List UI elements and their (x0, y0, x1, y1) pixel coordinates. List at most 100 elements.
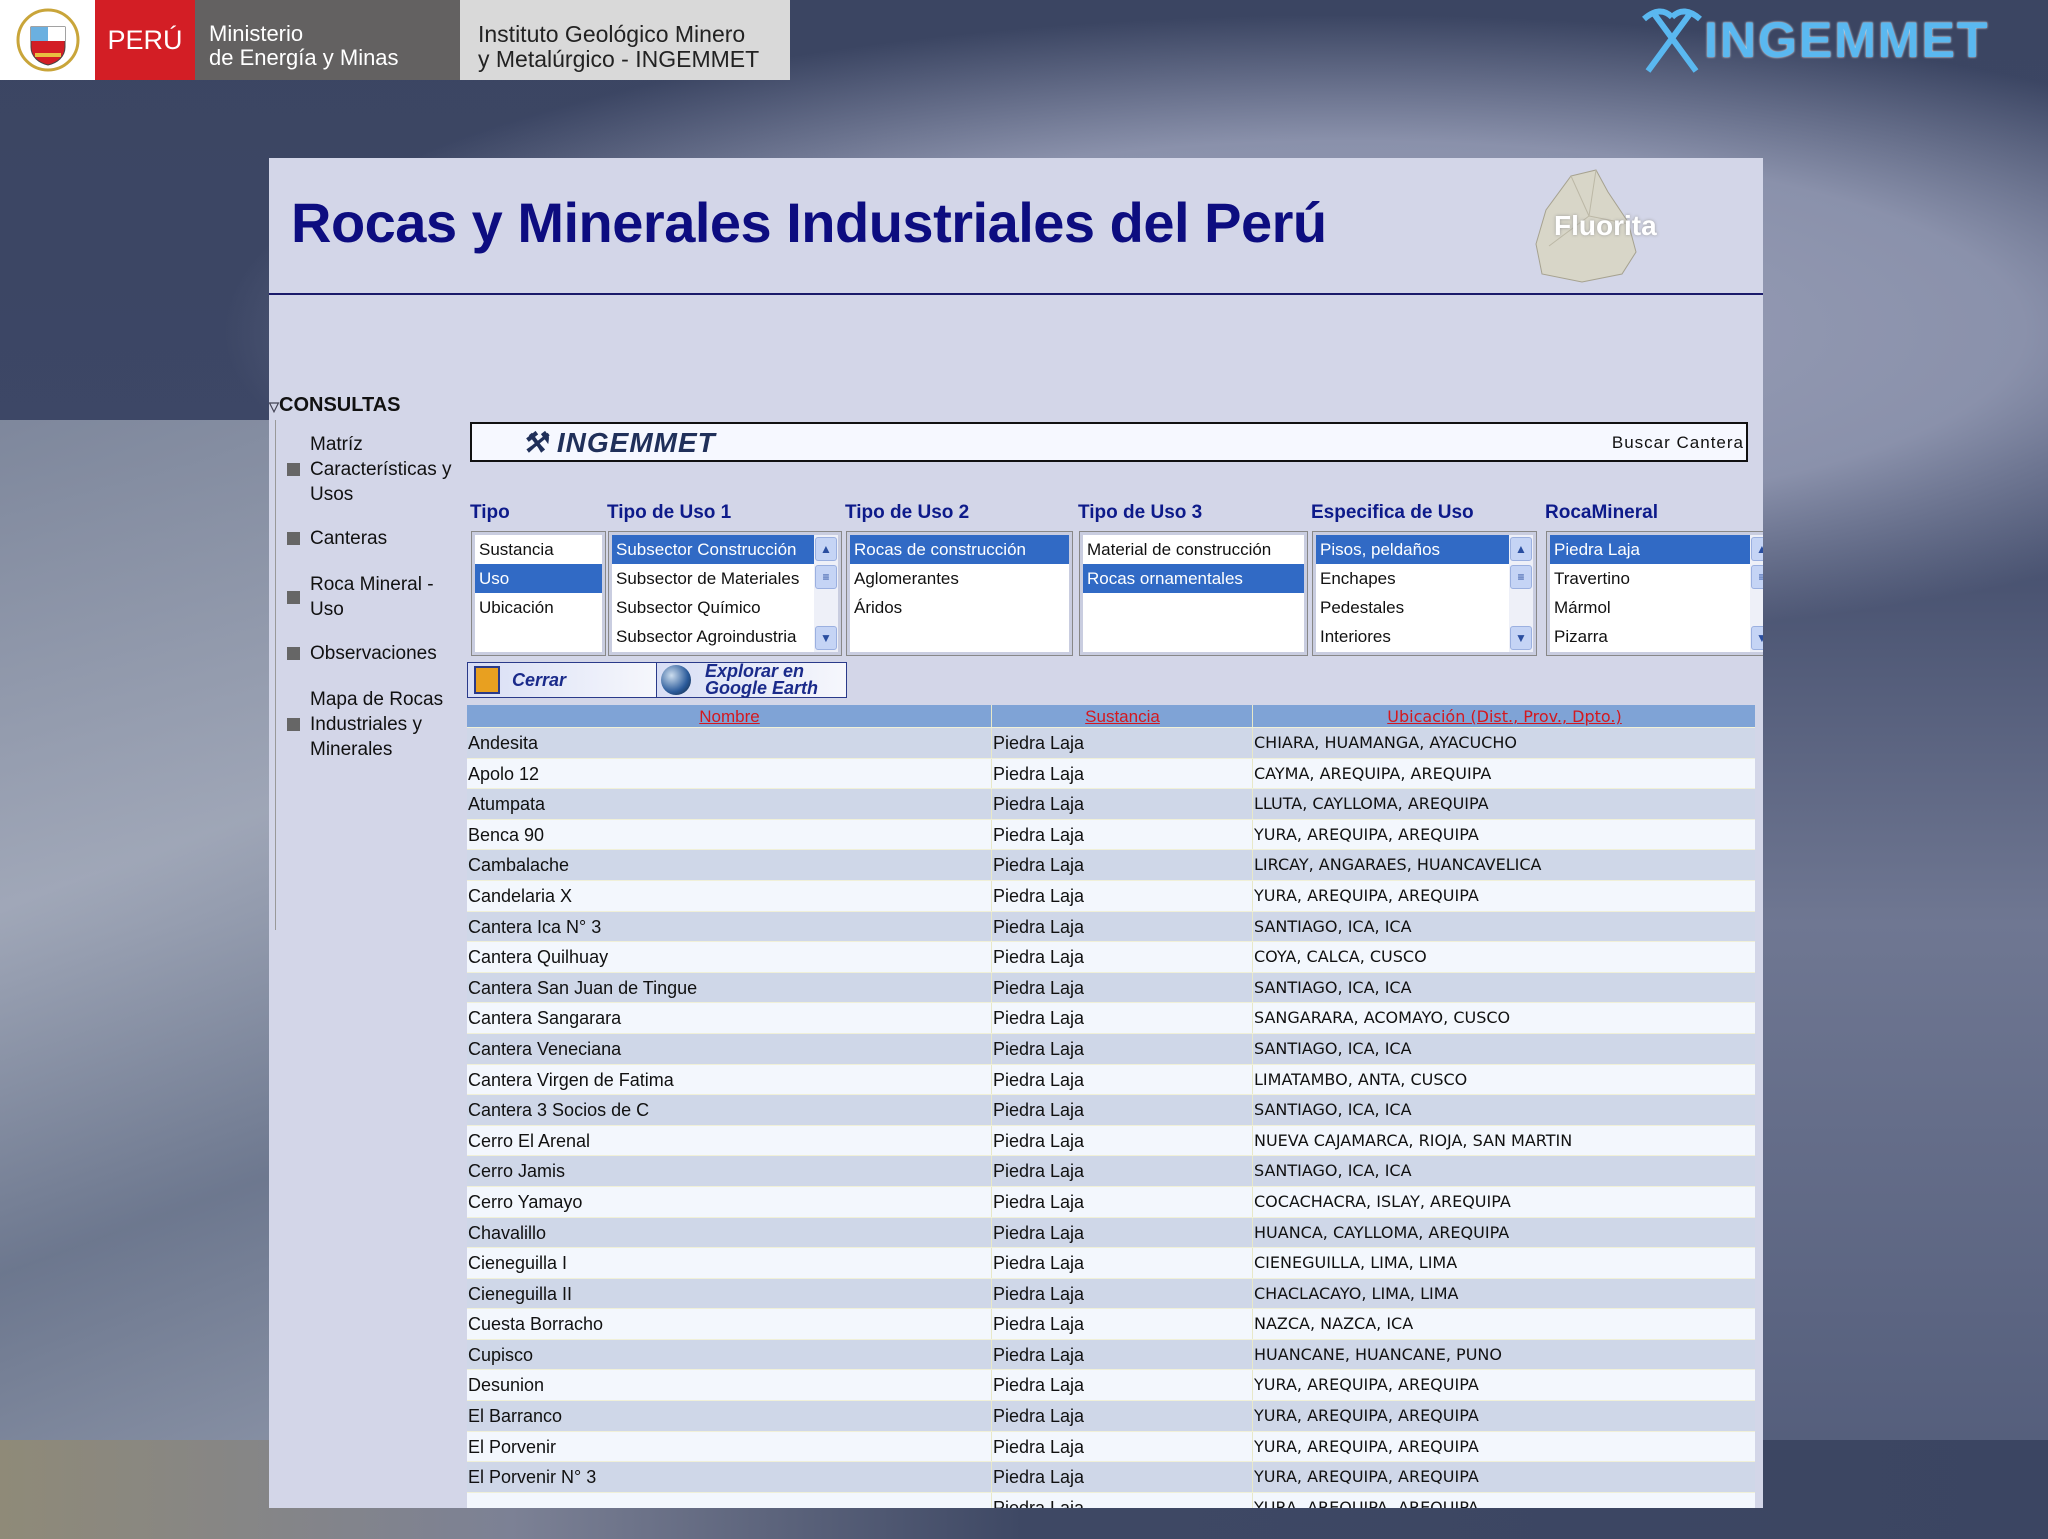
table-row[interactable]: Chavalillo Piedra Laja HUANCA, CAYLLOMA, A… (467, 1217, 1755, 1249)
cell-ubicacion: LIMATAMBO, ANTA, CUSCO (1252, 1064, 1755, 1095)
node-icon (287, 463, 300, 476)
map-background (0, 420, 280, 1539)
cell-sustancia: Piedra Laja (991, 789, 1252, 819)
table-row[interactable]: Candelaria X Piedra Laja YURA, AREQUIPA, A… (467, 880, 1755, 912)
cell-sustancia: Piedra Laja (991, 1492, 1252, 1508)
label-especifica-uso: Especifica de Uso (1311, 502, 1474, 523)
table-row[interactable]: Cieneguilla II Piedra Laja CHACLACAYO, LIM… (467, 1278, 1755, 1310)
cell-sustancia: Piedra Laja (991, 1431, 1252, 1462)
cell-ubicacion: SANTIAGO, ICA, ICA (1252, 1156, 1755, 1186)
google-earth-button[interactable]: Explorar en Google Earth (656, 662, 846, 697)
list-option[interactable]: Rocas de construcción (850, 535, 1069, 564)
scroll-thumb[interactable]: ≡ (1751, 565, 1763, 589)
table-row[interactable]: Benca 90 Piedra Laja YURA, AREQUIPA, AREQU… (467, 819, 1755, 851)
table-row[interactable]: Cambalache Piedra Laja LIRCAY, ANGARAES, H… (467, 850, 1755, 881)
consultas-heading[interactable]: ▽CONSULTAS (269, 394, 400, 417)
list-option[interactable]: Subsector Agroindustria (612, 622, 814, 651)
list-option[interactable]: Enchapes (1316, 564, 1509, 593)
scroll-up-icon[interactable]: ▲ (815, 537, 837, 561)
sidebar-item-observaciones[interactable]: Observaciones (287, 641, 437, 666)
listbox-tipo-uso-3[interactable]: Material de construcción Rocas ornamental… (1079, 531, 1308, 656)
sort-ubicacion[interactable]: Ubicación (Dist., Prov., Dpto.) (1252, 705, 1755, 727)
table-row[interactable]: Cerro Jamis Piedra Laja SANTIAGO, ICA, ICA (467, 1156, 1755, 1187)
cell-nombre: Benca 90 (468, 824, 545, 845)
cell-ubicacion: HUANCA, CAYLLOMA, AREQUIPA (1252, 1217, 1755, 1248)
sidebar-item-roca-mineral-uso[interactable]: Roca Mineral - Uso (287, 572, 447, 622)
scroll-down-icon[interactable]: ▼ (1510, 626, 1532, 650)
table-row[interactable]: Cieneguilla I Piedra Laja CIENEGUILLA, LIM… (467, 1248, 1755, 1279)
list-option[interactable]: Uso (475, 564, 602, 593)
list-option[interactable]: Subsector Químico (612, 593, 814, 622)
buscar-cantera-link[interactable]: Buscar Cantera (1612, 433, 1744, 453)
table-row[interactable]: Atumpata Piedra Laja LLUTA, CAYLLOMA, AREQ… (467, 789, 1755, 820)
list-option[interactable]: Piedra Laja (1550, 535, 1750, 564)
table-row[interactable]: Desunion Piedra Laja YURA, AREQUIPA, AREQU… (467, 1370, 1755, 1402)
cell-ubicacion: HUANCANE, HUANCANE, PUNO (1252, 1339, 1755, 1370)
table-row[interactable]: Cerro El Arenal Piedra Laja NUEVA CAJAMARC… (467, 1125, 1755, 1157)
list-option[interactable]: Pisos, peldaños (1316, 535, 1509, 564)
table-row[interactable]: El Barranco Piedra Laja YURA, AREQUIPA, AR… (467, 1401, 1755, 1432)
cell-nombre: Andesita (468, 733, 539, 753)
node-icon (287, 590, 300, 604)
sidebar-item-matriz[interactable]: Matríz Características y Usos (287, 432, 457, 507)
scroll-down-icon[interactable]: ▼ (815, 626, 837, 650)
list-option[interactable]: Mármol (1550, 593, 1750, 622)
sidebar-item-canteras[interactable]: Canteras (287, 526, 387, 551)
cell-nombre: Chavalillo (468, 1222, 547, 1243)
table-row[interactable]: Andesita Piedra Laja CHIARA, HUAMANGA, AYA… (467, 728, 1755, 759)
scroll-up-icon[interactable]: ▲ (1510, 537, 1532, 561)
cell-sustancia: Piedra Laja (991, 758, 1252, 789)
table-row[interactable]: Cerro Yamayo Piedra Laja COCACHACRA, ISLAY… (467, 1186, 1755, 1218)
node-icon (287, 718, 300, 731)
list-option[interactable]: Interiores (1316, 622, 1509, 651)
sort-sustancia[interactable]: Sustancia (991, 705, 1252, 727)
globe-icon (661, 665, 691, 695)
cell-nombre: Cerro Jamis (468, 1161, 566, 1182)
table-row[interactable]: Cantera Veneciana Piedra Laja SANTIAGO, IC… (467, 1033, 1755, 1065)
table-row[interactable]: Cuesta Borracho Piedra Laja NAZCA, NAZCA, … (467, 1309, 1755, 1340)
listbox-tipo-uso-1[interactable]: Subsector Construcción Subsector de Mater… (608, 531, 842, 656)
page-title: Rocas y Minerales Industriales del Perú (291, 191, 1327, 254)
listbox-tipo-uso-2[interactable]: Rocas de construcción Aglomerantes Áridos (846, 531, 1073, 656)
cell-ubicacion: YURA, AREQUIPA, AREQUIPA (1252, 1431, 1755, 1462)
list-option[interactable]: Pedestales (1316, 593, 1509, 622)
list-option[interactable]: Material de construcción (1083, 535, 1304, 564)
list-option[interactable]: Aglomerantes (850, 564, 1069, 593)
list-option[interactable]: Sustancia (475, 535, 602, 564)
cell-sustancia: Piedra Laja (991, 1339, 1252, 1370)
table-row[interactable]: Apolo 12 Piedra Laja CAYMA, AREQUIPA, AREQ… (467, 758, 1755, 790)
scroll-thumb[interactable]: ≡ (815, 565, 837, 589)
table-row[interactable]: Cupisco Piedra Laja HUANCANE, HUANCANE, PU… (467, 1339, 1755, 1371)
table-row[interactable]: Piedra Laja YURA, AREQUIPA, AREQUIPA (467, 1492, 1755, 1508)
scroll-down-icon[interactable]: ▼ (1751, 626, 1763, 650)
listbox-especifica-uso[interactable]: Pisos, peldaños Enchapes Pedestales Interio… (1312, 531, 1537, 656)
table-row[interactable]: El Porvenir Piedra Laja YURA, AREQUIPA, AR… (467, 1431, 1755, 1463)
table-row[interactable]: Cantera Ica N° 3 Piedra Laja SANTIAGO, ICA… (467, 911, 1755, 943)
list-option[interactable]: Rocas ornamentales (1083, 564, 1304, 593)
table-row[interactable]: Cantera Virgen de Fatima Piedra Laja LIMAT… (467, 1064, 1755, 1096)
list-option[interactable]: Travertino (1550, 564, 1750, 593)
cell-sustancia: Piedra Laja (991, 1186, 1252, 1217)
table-row[interactable]: Cantera Quilhuay Piedra Laja COYA, CALCA, … (467, 942, 1755, 973)
list-option[interactable]: Áridos (850, 593, 1069, 622)
scroll-up-icon[interactable]: ▲ (1751, 537, 1763, 561)
scrollbar[interactable]: ▲ ≡ ▼ (1750, 535, 1763, 652)
table-row[interactable]: El Porvenir N° 3 Piedra Laja YURA, AREQUIP… (467, 1462, 1755, 1493)
listbox-tipo[interactable]: Sustancia Uso Ubicación (471, 531, 606, 656)
list-option[interactable]: Pizarra (1550, 622, 1750, 651)
list-option[interactable]: Subsector de Materiales (612, 564, 814, 593)
cell-sustancia: Piedra Laja (991, 911, 1252, 942)
list-option[interactable]: Subsector Construcción (612, 535, 814, 564)
scrollbar[interactable]: ▲ ≡ ▼ (1509, 535, 1533, 652)
table-row[interactable]: Cantera Sangarara Piedra Laja SANGARARA, A… (467, 1003, 1755, 1034)
cell-sustancia: Piedra Laja (991, 728, 1252, 758)
listbox-roca-mineral[interactable]: Piedra LajaTravertinoMármolPizarra ▲ ≡ ▼ (1546, 531, 1763, 656)
sort-nombre[interactable]: Nombre (467, 705, 991, 727)
table-row[interactable]: Cantera 3 Socios de C Piedra Laja SANTIAGO… (467, 1095, 1755, 1126)
close-button[interactable]: Cerrar (468, 663, 656, 697)
sidebar-item-mapa[interactable]: Mapa de Rocas Industriales y Minerales (287, 687, 447, 762)
table-row[interactable]: Cantera San Juan de Tingue Piedra Laja SAN… (467, 972, 1755, 1004)
list-option[interactable]: Ubicación (475, 593, 602, 622)
scroll-thumb[interactable]: ≡ (1510, 565, 1532, 589)
scrollbar[interactable]: ▲ ≡ ▼ (814, 535, 838, 652)
